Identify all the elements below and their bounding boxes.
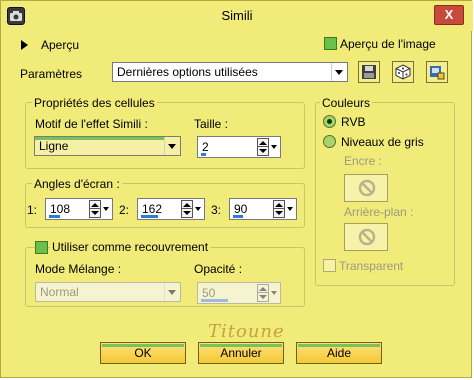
spin-arrows-icon[interactable] [89, 200, 101, 218]
cancel-button[interactable]: Annuler [198, 342, 284, 364]
use-overlay-label: Utiliser comme recouvrement [50, 240, 211, 254]
size-input[interactable]: 2 [197, 136, 281, 158]
angle-3-input[interactable]: 90 [229, 198, 297, 220]
pattern-label: Motif de l'effet Simili : [35, 117, 148, 131]
colors-title: Couleurs [320, 96, 373, 110]
angle-2-label: 2: [119, 203, 130, 217]
angle-2-input[interactable]: 162 [137, 198, 205, 220]
angle-2-slider-fill [141, 215, 158, 218]
angle-1-input[interactable]: 108 [45, 198, 113, 220]
triangle-right-icon [21, 40, 28, 50]
spin-arrows-icon[interactable] [257, 284, 269, 302]
preset-select[interactable]: Dernières options utilisées [112, 62, 348, 82]
size-slider-fill [201, 153, 206, 156]
save-preset-button[interactable] [358, 61, 380, 83]
opacity-slider-fill [201, 299, 228, 302]
preset-value: Dernières options utilisées [117, 65, 258, 79]
cell-properties-title: Propriétés des cellules [32, 96, 157, 110]
dice-icon [395, 64, 411, 80]
manage-presets-button[interactable] [426, 61, 448, 83]
pattern-value: Ligne [39, 139, 69, 153]
rgb-radio[interactable] [323, 115, 336, 128]
background-color-swatch[interactable] [344, 223, 388, 251]
spin-arrows-icon[interactable] [181, 200, 193, 218]
chevron-down-icon[interactable] [102, 200, 111, 218]
angle-1-slider-fill [49, 215, 60, 218]
size-value: 2 [202, 140, 209, 154]
angle-1-label: 1: [27, 203, 38, 217]
angle-3-value: 90 [234, 202, 248, 216]
screen-angles-title: Angles d'écran : [32, 177, 122, 191]
help-button[interactable]: Aide [296, 342, 382, 364]
close-icon: X [444, 7, 454, 22]
ok-button[interactable]: OK [100, 342, 186, 364]
blend-mode-label: Mode Mélange : [35, 262, 122, 276]
background-label: Arrière-plan : [344, 205, 414, 219]
chevron-down-icon[interactable] [286, 200, 295, 218]
angle-3-slider-fill [233, 215, 243, 218]
chevron-down-icon[interactable] [270, 284, 279, 302]
no-color-icon [358, 228, 376, 246]
angle-3-label: 3: [211, 203, 222, 217]
cancel-button-label: Annuler [220, 346, 262, 360]
grayscale-radio[interactable] [323, 135, 336, 148]
title-bar[interactable]: Simili X [1, 1, 473, 31]
random-button[interactable] [392, 61, 414, 83]
opacity-label: Opacité : [194, 262, 243, 276]
angle-1-value: 108 [50, 202, 71, 216]
grayscale-label: Niveaux de gris [341, 135, 424, 149]
simili-dialog: Simili X Aperçu Aperçu de l'image Paramè… [0, 0, 473, 378]
signature-watermark: Titoune [208, 321, 285, 342]
window-title: Simili [221, 8, 253, 23]
chevron-down-icon[interactable] [270, 138, 279, 156]
chevron-down-icon [164, 137, 180, 155]
blend-mode-value: Normal [40, 285, 79, 299]
ink-color-swatch[interactable] [344, 174, 388, 202]
preview-label: Aperçu [41, 38, 80, 52]
angle-2-value: 162 [142, 202, 163, 216]
rgb-label: RVB [341, 115, 366, 129]
no-color-icon [358, 179, 376, 197]
ink-label: Encre : [344, 154, 383, 168]
params-label: Paramètres [20, 67, 83, 81]
size-label: Taille : [194, 117, 229, 131]
opacity-value: 50 [202, 286, 216, 300]
chevron-down-icon [164, 283, 180, 301]
help-button-label: Aide [326, 346, 352, 360]
use-overlay-checkbox[interactable] [35, 241, 48, 254]
preview-toggle[interactable]: Aperçu [19, 37, 109, 53]
spin-arrows-icon[interactable] [257, 138, 269, 156]
pattern-select[interactable]: Ligne [34, 136, 181, 156]
transparent-checkbox[interactable] [323, 259, 336, 272]
blend-mode-select[interactable]: Normal [35, 282, 181, 302]
floppy-disk-icon [362, 65, 376, 79]
transparent-label: Transparent [339, 259, 404, 273]
ok-button-label: OK [134, 346, 152, 360]
image-preview-label: Aperçu de l'image [340, 37, 436, 51]
chevron-down-icon [331, 63, 347, 81]
opacity-input[interactable]: 50 [197, 282, 281, 304]
chevron-down-icon[interactable] [194, 200, 203, 218]
image-preview-checkbox[interactable] [324, 37, 337, 50]
preset-manager-icon [430, 66, 445, 80]
close-button[interactable]: X [434, 5, 464, 25]
spin-arrows-icon[interactable] [273, 200, 285, 218]
